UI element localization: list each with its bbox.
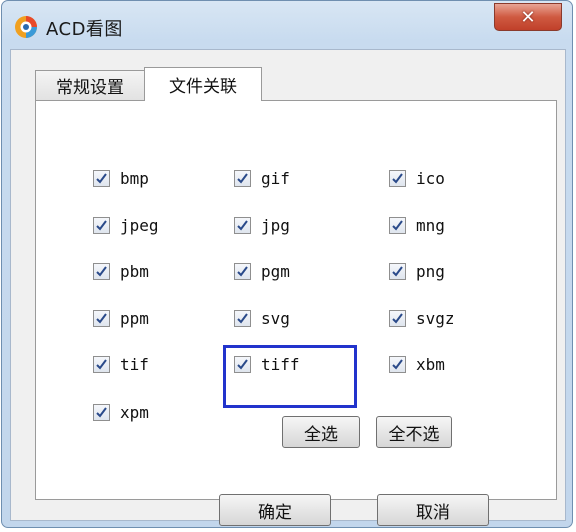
checkbox-label: gif (261, 169, 290, 188)
checkmark-icon (392, 220, 403, 231)
checkmark-icon (96, 266, 107, 277)
checkbox-box[interactable] (389, 310, 406, 327)
checkbox-label: svgz (416, 309, 455, 328)
checkmark-icon (237, 220, 248, 231)
file-type-checkbox-png[interactable]: png (389, 262, 445, 281)
checkbox-label: pgm (261, 262, 290, 281)
checkbox-box[interactable] (93, 217, 110, 234)
tab-file-association[interactable]: 文件关联 (144, 67, 262, 101)
checkmark-icon (237, 173, 248, 184)
checkmark-icon (237, 313, 248, 324)
checkbox-label: xbm (416, 355, 445, 374)
select-all-button[interactable]: 全选 (282, 416, 360, 448)
checkmark-icon (237, 266, 248, 277)
checkbox-label: jpeg (120, 216, 159, 235)
checkbox-label: tif (120, 355, 149, 374)
checkbox-box[interactable] (234, 217, 251, 234)
checkbox-box[interactable] (93, 356, 110, 373)
file-type-checkbox-pgm[interactable]: pgm (234, 262, 290, 281)
checkbox-box[interactable] (389, 170, 406, 187)
file-type-checkbox-jpg[interactable]: jpg (234, 216, 290, 235)
file-type-checkbox-xpm[interactable]: xpm (93, 403, 149, 422)
close-icon: ✕ (520, 6, 536, 28)
app-logo-icon (15, 16, 37, 38)
tab-general-settings[interactable]: 常规设置 (35, 70, 145, 100)
checkbox-label: xpm (120, 403, 149, 422)
select-none-button[interactable]: 全不选 (376, 416, 452, 448)
checkmark-icon (392, 266, 403, 277)
checkbox-box[interactable] (389, 356, 406, 373)
title-bar[interactable]: ACD看图 ✕ (2, 1, 572, 49)
checkmark-icon (96, 359, 107, 370)
checkbox-label: ico (416, 169, 445, 188)
checkbox-box[interactable] (93, 263, 110, 280)
select-all-highlight-box (223, 345, 357, 408)
checkmark-icon (392, 173, 403, 184)
checkbox-label: bmp (120, 169, 149, 188)
file-type-checkbox-ico[interactable]: ico (389, 169, 445, 188)
checkmark-icon (96, 173, 107, 184)
checkbox-box[interactable] (234, 310, 251, 327)
file-type-checkbox-svgz[interactable]: svgz (389, 309, 455, 328)
window-title: ACD看图 (46, 19, 123, 40)
checkmark-icon (392, 313, 403, 324)
ok-button[interactable]: 确定 (219, 494, 331, 526)
file-type-checkbox-xbm[interactable]: xbm (389, 355, 445, 374)
file-type-checkbox-bmp[interactable]: bmp (93, 169, 149, 188)
checkmark-icon (96, 313, 107, 324)
checkbox-label: png (416, 262, 445, 281)
file-type-checkbox-svg[interactable]: svg (234, 309, 290, 328)
dialog-client-area: 常规设置 文件关联 bmp gif ico jpeg jpg mng pbm pgm png pp… (10, 49, 566, 526)
file-type-checkbox-tif[interactable]: tif (93, 355, 149, 374)
close-button[interactable]: ✕ (494, 3, 562, 31)
file-type-checkbox-jpeg[interactable]: jpeg (93, 216, 159, 235)
checkbox-label: mng (416, 216, 445, 235)
file-type-checkbox-gif[interactable]: gif (234, 169, 290, 188)
checkbox-box[interactable] (234, 170, 251, 187)
cancel-button[interactable]: 取消 (377, 494, 489, 526)
file-type-checkbox-mng[interactable]: mng (389, 216, 445, 235)
checkbox-box[interactable] (93, 170, 110, 187)
checkbox-box[interactable] (389, 263, 406, 280)
checkmark-icon (96, 407, 107, 418)
file-type-checkbox-pbm[interactable]: pbm (93, 262, 149, 281)
file-type-checkbox-ppm[interactable]: ppm (93, 309, 149, 328)
checkbox-box[interactable] (93, 404, 110, 421)
file-association-panel: bmp gif ico jpeg jpg mng pbm pgm png ppm svg svgz ti… (35, 100, 557, 526)
checkmark-icon (96, 220, 107, 231)
checkmark-icon (392, 359, 403, 370)
checkbox-label: svg (261, 309, 290, 328)
dialog-window: ACD看图 ✕ 常规设置 文件关联 bmp gif ico jpeg jpg mng pbm… (1, 0, 573, 528)
checkbox-box[interactable] (389, 217, 406, 234)
checkbox-box[interactable] (93, 310, 110, 327)
checkbox-label: jpg (261, 216, 290, 235)
checkbox-box[interactable] (234, 263, 251, 280)
checkbox-label: ppm (120, 309, 149, 328)
checkbox-label: pbm (120, 262, 149, 281)
